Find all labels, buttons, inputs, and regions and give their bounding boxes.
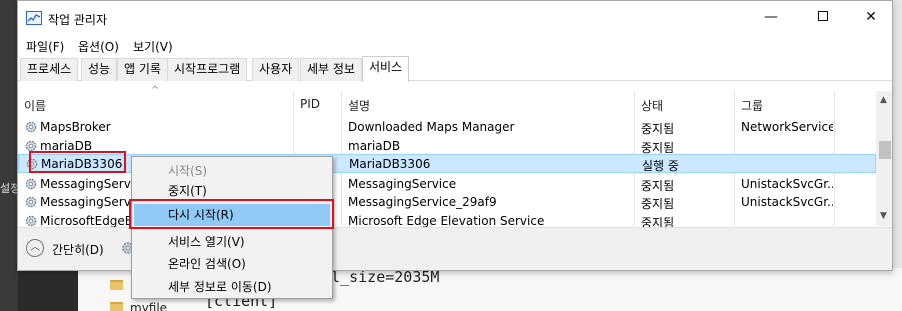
scroll-up-icon[interactable]: ▲: [880, 95, 887, 105]
service-gear-icon: [25, 178, 37, 190]
service-status: 중지됨: [641, 122, 675, 136]
highlight-box-service-name: [29, 151, 126, 173]
tab-performance[interactable]: 성능: [81, 58, 118, 81]
service-group: UnistackSvcGr...: [741, 195, 833, 209]
context-menu-item-go-to-details[interactable]: 세부 정보로 이동(D): [134, 276, 330, 298]
service-name: MapsBroker: [40, 120, 111, 134]
tab-processes[interactable]: 프로세스: [20, 58, 79, 81]
minimize-button[interactable]: —: [748, 1, 794, 34]
folder-icon: [110, 302, 123, 311]
vertical-scrollbar[interactable]: ▲ ▼: [876, 91, 892, 226]
service-status: 실행 중: [642, 159, 679, 173]
tab-users[interactable]: 사용자: [252, 58, 300, 81]
title-bar[interactable]: 작업 관리자 — ✕: [18, 1, 892, 34]
tab-app-history[interactable]: 앱 기록: [117, 58, 168, 81]
context-menu-item-start[interactable]: 시작(S): [134, 160, 330, 182]
tab-services[interactable]: 서비스: [362, 56, 410, 82]
window-title: 작업 관리자: [48, 13, 108, 27]
service-status: 중지됨: [641, 197, 675, 211]
tab-bar: 프로세스 성능 앱 기록 시작프로그램 사용자 세부 정보 서비스: [18, 56, 892, 82]
background-settings-label: 설정: [0, 182, 18, 195]
fewer-details-link[interactable]: 간단히(D): [52, 241, 104, 258]
menu-options[interactable]: 옵션(O): [78, 38, 119, 55]
table-header: 이름 PID 설명 상태 그룹: [18, 93, 876, 115]
menu-view[interactable]: 보기(V): [133, 38, 173, 55]
scroll-down-icon[interactable]: ▼: [880, 211, 887, 221]
service-description: mariaDB: [348, 139, 401, 153]
service-gear-icon: [25, 121, 37, 133]
tab-startup[interactable]: 시작프로그램: [167, 58, 248, 81]
menu-bar: 파일(F) 옵션(O) 보기(V): [18, 34, 892, 56]
column-header-pid[interactable]: PID: [300, 97, 320, 111]
table-row[interactable]: MapsBroker Downloaded Maps Manager 중지됨 Netw…: [18, 118, 876, 137]
scroll-thumb[interactable]: [879, 141, 891, 159]
service-group: UnistackSvcGr...: [741, 177, 833, 191]
folder-label: myfile: [130, 301, 168, 311]
service-group: NetworkService: [741, 120, 833, 134]
maximize-icon: [818, 11, 828, 21]
task-manager-icon: [26, 11, 42, 25]
tab-details[interactable]: 세부 정보: [300, 58, 362, 81]
background-left-strip: 설정: [0, 0, 18, 311]
service-description: MessagingService: [348, 177, 457, 191]
service-description: Downloaded Maps Manager: [348, 120, 515, 134]
context-menu-item-open-services[interactable]: 서비스 열기(V): [134, 231, 330, 253]
column-header-status[interactable]: 상태: [641, 97, 663, 114]
menu-file[interactable]: 파일(F): [26, 38, 64, 55]
service-gear-icon: [25, 215, 37, 227]
context-menu-item-search-online[interactable]: 온라인 검색(O): [134, 253, 330, 275]
highlight-box-restart: [129, 199, 334, 229]
background-dark-panel: [18, 268, 78, 311]
service-description: MessagingService_29af9: [348, 195, 497, 209]
folder-icon: [110, 280, 123, 290]
chevron-up-icon[interactable]: ︿: [26, 239, 44, 257]
service-gear-icon: [25, 196, 37, 208]
maximize-button[interactable]: [800, 1, 846, 34]
service-description: Microsoft Edge Elevation Service: [348, 214, 545, 228]
close-button[interactable]: ✕: [848, 1, 892, 34]
service-status: 중지됨: [641, 179, 675, 193]
service-description: MariaDB3306: [349, 157, 431, 171]
column-header-name[interactable]: 이름: [24, 97, 46, 114]
column-header-group[interactable]: 그룹: [741, 97, 763, 114]
column-header-description[interactable]: 설명: [348, 97, 370, 114]
